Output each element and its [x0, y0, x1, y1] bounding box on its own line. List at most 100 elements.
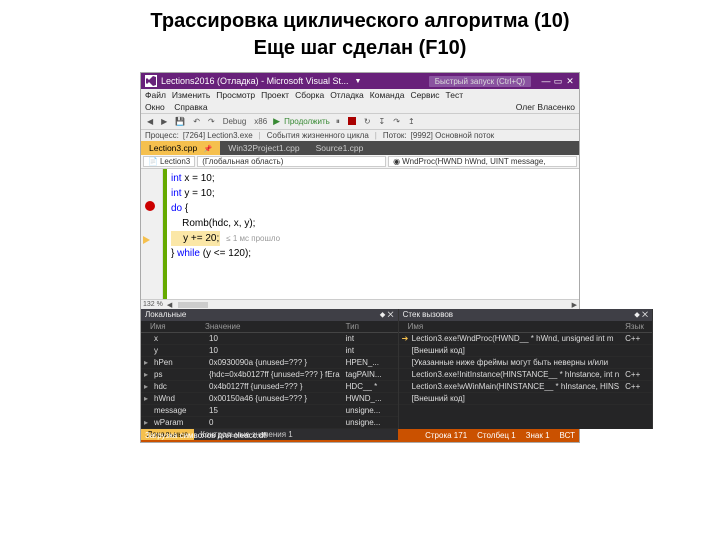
expand-icon[interactable] [141, 405, 151, 416]
frame-icon [399, 345, 409, 356]
signed-in-user[interactable]: Олег Власенко [516, 102, 575, 112]
frame-icon: ➔ [399, 333, 409, 344]
menubar: Файл Изменить Просмотр Проект Сборка Отл… [141, 89, 579, 101]
callstack-head-name[interactable]: Имя [405, 321, 623, 332]
menu-test[interactable]: Тест [446, 90, 464, 100]
menu-file[interactable]: Файл [145, 90, 166, 100]
nav-fwd-icon[interactable]: ▶ [159, 117, 169, 126]
editor-scrollbar[interactable]: 132 % ◀ ▶ [141, 299, 579, 309]
locals-head-value[interactable]: Значение [202, 321, 343, 332]
zoom-level[interactable]: 132 % [143, 301, 163, 308]
continue-button[interactable]: Продолжить [284, 117, 330, 126]
step-over-icon[interactable]: ↷ [391, 117, 402, 126]
expand-icon[interactable]: ▸ [141, 357, 151, 368]
locals-row[interactable]: y10int [141, 345, 398, 357]
redo-icon[interactable]: ↷ [206, 117, 217, 126]
nav-back-icon[interactable]: ◀ [145, 117, 155, 126]
config-debug[interactable]: Debug [221, 117, 249, 126]
tab-win32project1[interactable]: Win32Project1.cpp [220, 141, 307, 155]
statusbar: Загрузка символов для oleacc.dll Строка … [141, 429, 579, 442]
scroll-right-icon[interactable]: ▶ [572, 301, 577, 309]
callstack-row[interactable]: Lection3.exe!wWinMain(HINSTANCE__ * hIns… [399, 381, 653, 393]
panel-close-icon[interactable]: ✕ [388, 310, 394, 319]
quick-launch[interactable]: Быстрый запуск (Ctrl+Q) [429, 76, 531, 87]
panel-pin-icon[interactable]: ⬥ [634, 310, 640, 319]
panel-pin-icon[interactable]: ⬥ [380, 310, 386, 319]
processbar: Процесс: [7264] Lection3.exe | События ж… [141, 130, 579, 141]
maximize-button[interactable]: ▭ [553, 76, 563, 87]
vs-window: Lections2016 (Отладка) - Microsoft Visua… [140, 72, 580, 443]
pin-icon[interactable]: 📌 [204, 146, 213, 153]
tab-source1[interactable]: Source1.cpp [308, 141, 372, 155]
locals-panel: Локальные ⬥ ✕ Имя Значение Тип x10inty10i… [141, 309, 399, 429]
step-into-icon[interactable]: ↧ [377, 117, 388, 126]
status-ins: ВСТ [560, 431, 575, 440]
expand-icon[interactable]: ▸ [141, 417, 151, 428]
gutter[interactable] [141, 169, 163, 299]
breakpoint-icon[interactable] [145, 201, 155, 211]
callstack-row[interactable]: [Указанные ниже фреймы могут быть неверн… [399, 357, 653, 369]
nav-file[interactable]: 📄 Lection3 [143, 156, 195, 167]
locals-row[interactable]: ▸wParam0unsigne... [141, 417, 398, 429]
titlebar: Lections2016 (Отладка) - Microsoft Visua… [141, 73, 579, 89]
locals-row[interactable]: ▸hdc0x4b0127ff {unused=??? }HDC__ * [141, 381, 398, 393]
panels: Локальные ⬥ ✕ Имя Значение Тип x10inty10i… [141, 309, 579, 429]
menu-view[interactable]: Просмотр [216, 90, 255, 100]
title-dropdown-icon[interactable]: ▼ [354, 78, 361, 85]
frame-icon [399, 381, 409, 392]
callstack-row[interactable]: [Внешний код] [399, 393, 653, 405]
menu-project[interactable]: Проект [261, 90, 289, 100]
menu-build[interactable]: Сборка [295, 90, 324, 100]
expand-icon[interactable]: ▸ [141, 381, 151, 392]
editor[interactable]: int x = 10; int y = 10; do { Romb(hdc, x… [141, 169, 579, 299]
close-button[interactable]: ✕ [565, 76, 575, 87]
toolbar: ◀ ▶ 💾 ↶ ↷ Debug x86 ▶ Продолжить ⏸ ↻ ↧ ↷… [141, 113, 579, 130]
menubar-row2: Окно Справка Олег Власенко [141, 101, 579, 113]
callstack-row[interactable]: ➔Lection3.exe!WndProc(HWND__ * hWnd, uns… [399, 333, 653, 345]
callstack-head-lang[interactable]: Язык [622, 321, 652, 332]
lifecycle-events[interactable]: События жизненного цикла [267, 131, 369, 140]
continue-icon[interactable]: ▶ [273, 116, 280, 127]
menu-tools[interactable]: Сервис [410, 90, 439, 100]
panel-close-icon[interactable]: ✕ [642, 310, 648, 319]
scroll-handle[interactable] [178, 302, 208, 308]
locals-row[interactable]: ▸hPen0x0930090a {unused=??? }HPEN_... [141, 357, 398, 369]
callstack-title: Стек вызовов [403, 310, 453, 320]
expand-icon[interactable]: ▸ [141, 393, 151, 404]
menu-help[interactable]: Справка [174, 102, 207, 112]
process-label: Процесс: [145, 131, 179, 140]
menu-window[interactable]: Окно [145, 102, 165, 112]
nav-scope[interactable]: (Глобальная область) [197, 156, 386, 167]
locals-row[interactable]: ▸ps{hdc=0x4b0127ff {unused=??? } fEratag… [141, 369, 398, 381]
break-icon[interactable]: ⏸ [334, 117, 342, 127]
locals-head-type[interactable]: Тип [343, 321, 398, 332]
status-message: Загрузка символов для oleacc.dll [145, 431, 267, 440]
code-area[interactable]: int x = 10; int y = 10; do { Romb(hdc, x… [167, 169, 579, 299]
process-name[interactable]: [7264] Lection3.exe [183, 131, 253, 140]
locals-row[interactable]: message15unsigne... [141, 405, 398, 417]
locals-head-name[interactable]: Имя [147, 321, 202, 332]
step-out-icon[interactable]: ↥ [406, 117, 417, 126]
locals-row[interactable]: ▸hWnd0x00150a46 {unused=??? }HWND_... [141, 393, 398, 405]
thread-name[interactable]: [9992] Основной поток [411, 131, 495, 140]
undo-icon[interactable]: ↶ [191, 117, 202, 126]
tab-lection3[interactable]: Lection3.cpp 📌 [141, 141, 220, 155]
save-icon[interactable]: 💾 [173, 117, 187, 126]
expand-icon[interactable]: ▸ [141, 369, 151, 380]
menu-team[interactable]: Команда [370, 90, 405, 100]
config-platform[interactable]: x86 [252, 117, 269, 126]
locals-row[interactable]: x10int [141, 333, 398, 345]
nav-func[interactable]: ◉ WndProc(HWND hWnd, UINT message, [388, 156, 577, 167]
menu-debug[interactable]: Отладка [330, 90, 364, 100]
minimize-button[interactable]: — [541, 76, 551, 87]
menu-edit[interactable]: Изменить [172, 90, 210, 100]
expand-icon[interactable] [141, 333, 151, 344]
scroll-left-icon[interactable]: ◀ [167, 301, 172, 309]
callstack-row[interactable]: Lection3.exe!InitInstance(HINSTANCE__ * … [399, 369, 653, 381]
stop-icon[interactable] [346, 117, 358, 127]
locals-title: Локальные [145, 310, 186, 320]
expand-icon[interactable] [141, 345, 151, 356]
callstack-row[interactable]: [Внешний код] [399, 345, 653, 357]
restart-icon[interactable]: ↻ [362, 117, 373, 126]
frame-icon [399, 369, 409, 380]
